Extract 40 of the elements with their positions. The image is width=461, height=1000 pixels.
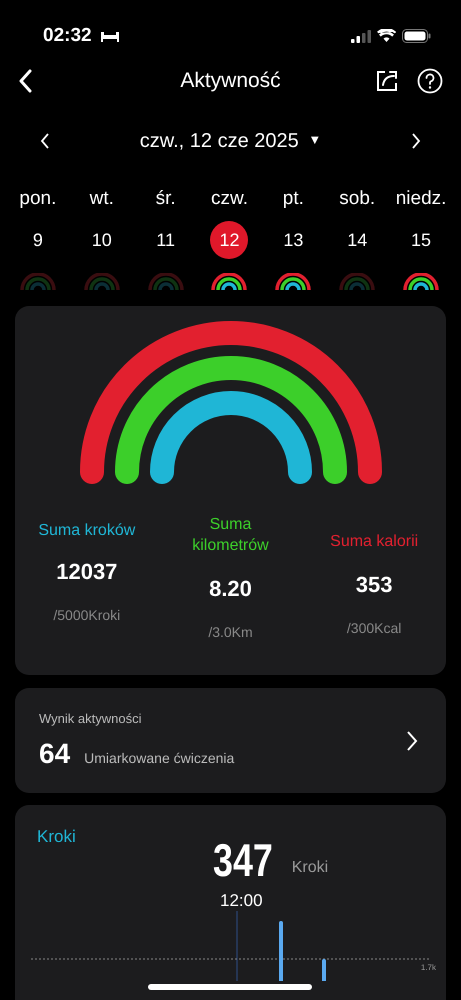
day-button[interactable]: 13: [274, 221, 312, 259]
weekday-label: śr.: [156, 188, 176, 211]
stat-label: Suma kroków: [38, 521, 136, 541]
weekday-label: niedz.: [396, 188, 446, 211]
weekday-label: czw.: [211, 188, 248, 211]
day-button[interactable]: 10: [82, 221, 121, 259]
stat-value: 8.20: [209, 576, 252, 602]
status-time: 02:32: [43, 25, 92, 47]
weekday-label: pon.: [19, 188, 56, 211]
weekday-label: sob.: [339, 188, 376, 211]
score-value: 64: [39, 738, 70, 770]
day-button[interactable]: 9: [18, 221, 57, 259]
day-button[interactable]: 12: [210, 221, 248, 259]
stat-value: 353: [356, 572, 393, 598]
stat-goal: /5000Kroki: [53, 607, 120, 623]
date-picker[interactable]: czw., 12 cze 2025 $^{▼}$: [140, 130, 322, 152]
day-button[interactable]: 14: [338, 221, 376, 259]
activity-score-card[interactable]: Wynik aktywności 64 Umiarkowane ćwiczenia: [15, 688, 446, 793]
day-button[interactable]: 11: [146, 221, 185, 259]
weekday-label: wt.: [90, 188, 114, 211]
page-title: Aktywność: [179, 69, 282, 93]
stat-goal: /3.0Km: [208, 624, 253, 640]
weekday-label: pt.: [282, 188, 304, 211]
battery-icon: [402, 29, 431, 43]
day-button[interactable]: 15: [402, 221, 440, 259]
steps-value: 347: [213, 835, 273, 885]
stat-goal: /300Kcal: [346, 620, 402, 636]
stat-value: 12037: [56, 559, 118, 585]
steps-title: Kroki: [37, 827, 76, 847]
wifi-icon: [377, 29, 396, 43]
help-button[interactable]: [415, 66, 445, 96]
steps-unit: Kroki: [292, 859, 328, 877]
selected-time: 12:00: [220, 891, 264, 911]
reference-line-label: 1.7k: [420, 963, 436, 972]
stat-label: Suma kalorii: [330, 532, 418, 552]
score-title: Wynik aktywności: [39, 711, 142, 726]
stat-label: Suma kilometrów: [191, 515, 270, 556]
signal-icon: [351, 30, 371, 42]
chevron-right-icon: [406, 730, 418, 752]
score-description: Umiarkowane ćwiczenia: [84, 750, 234, 766]
